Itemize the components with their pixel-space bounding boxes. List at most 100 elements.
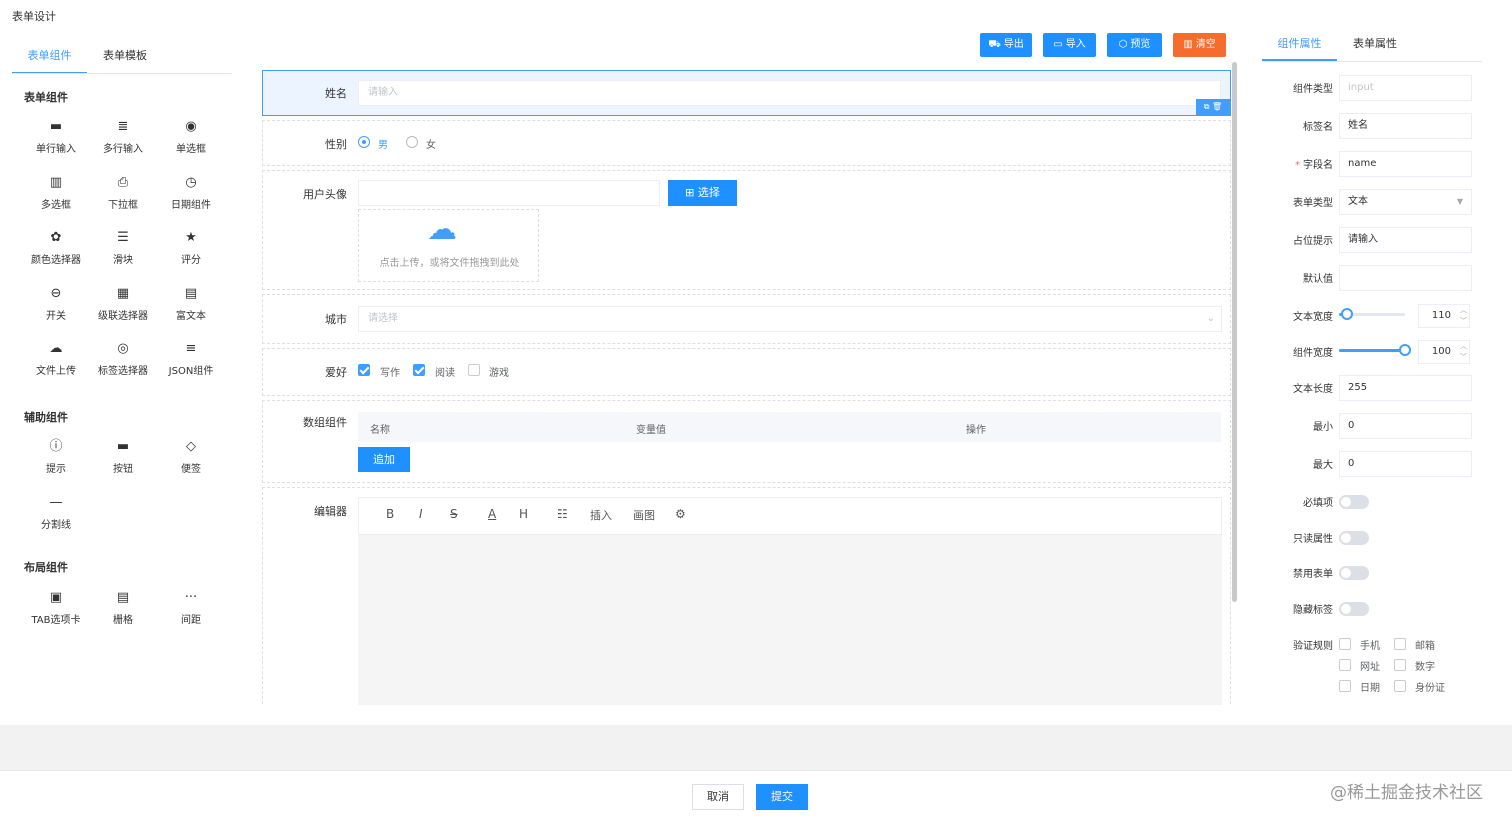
prop-text-length-input[interactable]: 255 [1339, 375, 1472, 401]
prop-placeholder-input[interactable]: 请输入 [1339, 227, 1472, 253]
prop-default-input[interactable] [1339, 265, 1472, 291]
rule-email-checkbox[interactable] [1394, 638, 1406, 650]
rule-number-label[interactable]: 数字 [1415, 658, 1435, 673]
copy-icon[interactable]: ⧉ [1204, 102, 1210, 111]
component-aux_components-1[interactable]: ▬ 按钮 [87, 437, 159, 479]
checkbox-gaming-label[interactable]: 游戏 [489, 364, 509, 379]
select-avatar-button[interactable]: ⊞ 选择 [668, 180, 737, 206]
component-layout_components-0[interactable]: ▣ TAB选项卡 [20, 588, 92, 630]
insert-button[interactable]: 插入 [590, 507, 612, 523]
checkbox-reading[interactable] [413, 364, 425, 376]
delete-icon[interactable]: 🗑 [1212, 102, 1222, 111]
rule-id-card-label[interactable]: 身份证 [1415, 679, 1445, 694]
tab-form-props[interactable]: 表单属性 [1340, 33, 1410, 61]
form-row-gender[interactable]: 性别 男 女 [262, 120, 1231, 166]
form-row-hobby[interactable]: 爱好 写作 阅读 游戏 [262, 348, 1231, 396]
form-row-editor[interactable]: 编辑器 B I S A H ☷ 插入 画图 ⚙ [262, 487, 1231, 705]
checkbox-reading-label[interactable]: 阅读 [435, 364, 455, 379]
italic-icon[interactable]: I [419, 507, 423, 521]
draw-button[interactable]: 画图 [633, 507, 655, 523]
font-color-icon[interactable]: A [488, 507, 496, 521]
comp-width-slider-thumb[interactable] [1399, 344, 1411, 356]
strikethrough-icon[interactable]: S [450, 507, 458, 521]
component-layout_components-2[interactable]: ··· 间距 [155, 588, 227, 630]
component-form_components-1[interactable]: ≣ 多行输入 [87, 117, 159, 159]
row-actions[interactable]: ⧉ 🗑 [1196, 99, 1230, 115]
component-form_components-9[interactable]: ⊖ 开关 [20, 284, 92, 326]
prop-field-input[interactable]: name [1339, 151, 1472, 177]
rule-url-checkbox[interactable] [1339, 659, 1351, 671]
clear-button[interactable]: ▥ 清空 [1173, 33, 1226, 57]
comp-width-number[interactable]: 100 ︿ ﹀ [1418, 340, 1470, 364]
component-form_components-4[interactable]: ⎙ 下拉框 [87, 173, 159, 215]
settings-icon[interactable]: ⚙ [675, 507, 686, 521]
rule-url-label[interactable]: 网址 [1360, 658, 1380, 673]
cancel-button[interactable]: 取消 [692, 784, 744, 810]
component-form_components-12[interactable]: ☁ 文件上传 [20, 339, 92, 381]
checkbox-gaming[interactable] [468, 364, 480, 376]
form-row-avatar[interactable]: 用户头像 ⊞ 选择 ☁ 点击上传，或将文件拖拽到此处 [262, 170, 1231, 290]
disabled-switch[interactable] [1339, 566, 1369, 580]
rule-number-checkbox[interactable] [1394, 659, 1406, 671]
text-width-number[interactable]: 110 ︿ ﹀ [1418, 304, 1470, 328]
component-form_components-0[interactable]: ▬ 单行输入 [20, 117, 92, 159]
prop-form-type-select[interactable]: 文本 ▼ [1339, 189, 1472, 215]
rule-date-label[interactable]: 日期 [1360, 679, 1380, 694]
component-form_components-8[interactable]: ★ 评分 [155, 228, 227, 270]
import-button[interactable]: ▭ 导入 [1043, 33, 1096, 57]
export-button[interactable]: ⛟ 导出 [980, 33, 1032, 57]
array-add-button[interactable]: 追加 [358, 447, 410, 472]
checkbox-writing[interactable] [358, 364, 370, 376]
decrement-icon[interactable]: ﹀ [1460, 352, 1467, 363]
component-aux_components-0[interactable]: ⓘ 提示 [20, 437, 92, 479]
decrement-icon[interactable]: ﹀ [1460, 316, 1467, 327]
component-form_components-6[interactable]: ✿ 颜色选择器 [20, 228, 92, 270]
component-form_components-3[interactable]: ▥ 多选框 [20, 173, 92, 215]
prop-max-input[interactable]: 0 [1339, 451, 1472, 477]
component-aux_components-2[interactable]: ◇ 便签 [155, 437, 227, 479]
tab-form-templates[interactable]: 表单模板 [90, 46, 160, 74]
form-row-name[interactable]: 姓名 请输入 ⧉ 🗑 [262, 70, 1231, 116]
submit-button[interactable]: 提交 [756, 784, 808, 810]
editor-content[interactable] [358, 535, 1222, 705]
checkbox-writing-label[interactable]: 写作 [380, 364, 400, 379]
component-layout_components-1[interactable]: ▤ 栅格 [87, 588, 159, 630]
upload-dropzone[interactable]: ☁ 点击上传，或将文件拖拽到此处 [358, 209, 539, 282]
component-form_components-2[interactable]: ◉ 单选框 [155, 117, 227, 159]
hidden-label-switch[interactable] [1339, 602, 1369, 616]
rule-id-card-checkbox[interactable] [1394, 680, 1406, 692]
heading-icon[interactable]: H [519, 507, 528, 521]
tab-form-components[interactable]: 表单组件 [12, 46, 87, 74]
radio-female[interactable] [406, 136, 418, 148]
form-row-city[interactable]: 城市 请选择 ⌄ [262, 294, 1231, 344]
component-form_components-7[interactable]: ☰ 滑块 [87, 228, 159, 270]
prop-tag-input[interactable]: 姓名 [1339, 113, 1472, 139]
readonly-switch[interactable] [1339, 531, 1369, 545]
tab-component-props[interactable]: 组件属性 [1262, 33, 1337, 61]
bold-icon[interactable]: B [386, 507, 394, 521]
form-row-array[interactable]: 数组组件 名称 变量值 操作 追加 [262, 400, 1231, 483]
increment-icon[interactable]: ︿ [1460, 341, 1467, 352]
preview-button[interactable]: ⬡ 预览 [1107, 33, 1162, 57]
component-form_components-10[interactable]: ▦ 级联选择器 [87, 284, 159, 326]
comp-width-slider[interactable] [1339, 344, 1411, 356]
prop-type-input[interactable]: input [1339, 75, 1472, 101]
radio-male-label[interactable]: 男 [378, 136, 388, 151]
rule-date-checkbox[interactable] [1339, 680, 1351, 692]
list-icon[interactable]: ☷ [557, 507, 568, 521]
required-switch[interactable] [1339, 495, 1369, 509]
radio-female-label[interactable]: 女 [426, 136, 436, 151]
form-scrollbar[interactable] [1232, 62, 1237, 602]
rule-email-label[interactable]: 邮箱 [1415, 637, 1435, 652]
avatar-input[interactable] [358, 180, 660, 206]
radio-male[interactable] [358, 136, 370, 148]
component-form_components-13[interactable]: ◎ 标签选择器 [87, 339, 159, 381]
component-form_components-5[interactable]: ◷ 日期组件 [155, 173, 227, 215]
city-select[interactable]: 请选择 ⌄ [358, 306, 1222, 332]
rule-phone-checkbox[interactable] [1339, 638, 1351, 650]
component-aux_components-3[interactable]: — 分割线 [20, 493, 92, 535]
name-input[interactable]: 请输入 [358, 80, 1221, 106]
component-form_components-11[interactable]: ▤ 富文本 [155, 284, 227, 326]
text-width-slider[interactable] [1339, 308, 1405, 320]
prop-min-input[interactable]: 0 [1339, 413, 1472, 439]
